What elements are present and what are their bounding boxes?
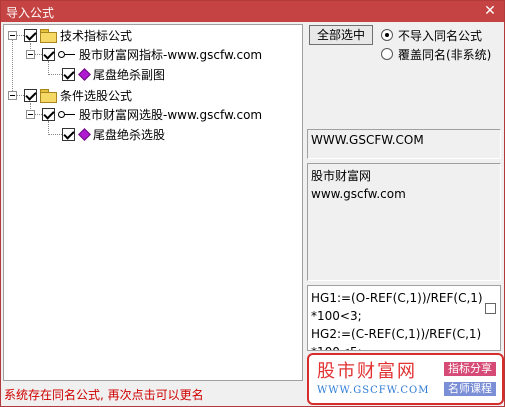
formula-code-view[interactable]: HG1:=(O-REF(C,1))/REF(C,1) *100<3; HG2:=… [307, 285, 501, 351]
tag-master-course[interactable]: 名师课程 [444, 382, 496, 396]
leaf-2-checkbox[interactable] [62, 127, 75, 141]
banner-title: 股市财富网 [317, 361, 417, 382]
child-1-label: 股市财富网指标-www.gscfw.com [79, 47, 263, 62]
folder-icon [40, 89, 57, 103]
tree-group-indicator[interactable]: 技术指标公式 [24, 26, 132, 44]
group-1-checkbox[interactable] [24, 28, 37, 42]
leaf-1-checkbox[interactable] [62, 67, 75, 81]
source-url-field: WWW.GSCFW.COM [307, 129, 501, 159]
select-all-button[interactable]: 全部选中 [309, 25, 373, 45]
expand-toggle-child-1[interactable] [26, 50, 35, 59]
description-line-2: www.gscfw.com [311, 187, 406, 201]
child-2-label: 股市财富网选股-www.gscfw.com [79, 107, 263, 122]
tree-group-stock-picking[interactable]: 条件选股公式 [24, 86, 132, 104]
formula-gem-icon [78, 68, 90, 80]
brand-banner[interactable]: 股市财富网 WWW.GSCFW.COM 指标分享 名师课程 [307, 353, 504, 405]
radio-skip-duplicates[interactable]: 不导入同名公式 [381, 27, 482, 43]
key-icon [58, 109, 76, 119]
tree-leaf-indicator[interactable]: 尾盘绝杀副图 [62, 65, 165, 83]
expand-toggle-child-2[interactable] [26, 110, 35, 119]
child-1-checkbox[interactable] [42, 47, 55, 61]
leaf-1-label: 尾盘绝杀副图 [93, 67, 166, 82]
key-icon [58, 49, 76, 59]
tree-item-stock-picking-set[interactable]: 股市财富网选股-www.gscfw.com [42, 105, 262, 123]
radio-unselected-indicator[interactable] [381, 48, 393, 60]
tree-item-indicator-set[interactable]: 股市财富网指标-www.gscfw.com [42, 45, 262, 63]
import-formula-dialog: 导入公式 ✕ 技术指标公式 股市财富网指标-www.gscfw.com 尾盘绝杀… [0, 0, 505, 407]
code-line: *100<3; [311, 309, 362, 323]
group-1-label: 技术指标公式 [60, 28, 133, 43]
tag-indicator-share[interactable]: 指标分享 [444, 362, 496, 376]
close-icon[interactable]: ✕ [482, 2, 498, 20]
code-line: HG2:=(C-REF(C,1))/REF(C,1) [311, 327, 482, 341]
radio-overwrite-duplicates-label: 覆盖同名(非系统) [398, 47, 492, 62]
status-message: 系统存在同名公式, 再次点击可以更名 [4, 388, 204, 402]
banner-url: WWW.GSCFW.COM [317, 385, 430, 396]
leaf-2-label: 尾盘绝杀选股 [93, 127, 166, 142]
formula-tree[interactable]: 技术指标公式 股市财富网指标-www.gscfw.com 尾盘绝杀副图 条件选股… [3, 24, 303, 381]
window-title: 导入公式 [6, 6, 55, 20]
description-line-1: 股市财富网 [311, 169, 372, 183]
expand-toggle-group-1[interactable] [8, 31, 17, 40]
code-line: HG1:=(O-REF(C,1))/REF(C,1) [311, 291, 483, 305]
code-line: *100<5; [311, 343, 497, 350]
formula-gem-icon [78, 128, 90, 140]
description-field: 股市财富网 www.gscfw.com [307, 163, 501, 281]
child-2-checkbox[interactable] [42, 107, 55, 121]
folder-icon [40, 29, 57, 43]
group-2-label: 条件选股公式 [60, 88, 133, 103]
radio-selected-indicator[interactable] [381, 29, 393, 41]
expand-toggle-group-2[interactable] [8, 91, 17, 100]
code-option-checkbox[interactable] [485, 303, 496, 314]
radio-overwrite-duplicates[interactable]: 覆盖同名(非系统) [381, 46, 491, 62]
radio-skip-duplicates-label: 不导入同名公式 [398, 28, 483, 43]
group-2-checkbox[interactable] [24, 88, 37, 102]
tree-leaf-stock-picking[interactable]: 尾盘绝杀选股 [62, 125, 165, 143]
title-bar[interactable]: 导入公式 ✕ [1, 1, 504, 22]
